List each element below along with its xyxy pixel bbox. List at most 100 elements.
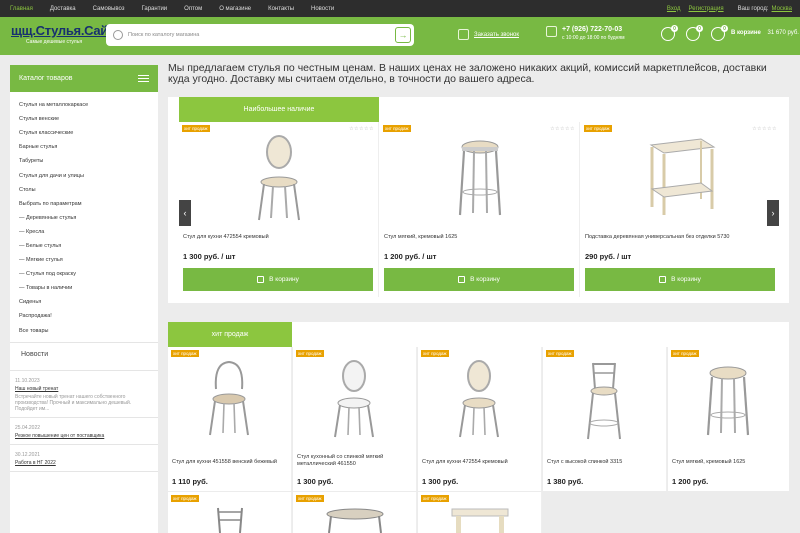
rating-stars[interactable]: ☆☆☆☆☆	[349, 126, 374, 132]
news-date: 11.10.2023	[15, 378, 40, 384]
product-price: 1 300 руб.	[297, 477, 334, 486]
product-name[interactable]: Стул для кухни 472554 кремовый	[183, 234, 373, 241]
category-item[interactable]: Сиденья	[10, 295, 158, 309]
nav-link-contacts[interactable]: Контакты	[268, 6, 294, 12]
category-item[interactable]: Стулья для дачи и улицы	[10, 168, 158, 182]
nav-link-about[interactable]: О магазине	[219, 6, 251, 12]
product-card[interactable]: хит продаж	[168, 492, 292, 533]
product-card[interactable]: хит продаж	[418, 492, 542, 533]
news-date: 30.12.2021	[15, 452, 41, 458]
chair-image[interactable]	[456, 359, 502, 439]
category-item[interactable]: Стулья на металлокаркасе	[10, 98, 158, 112]
category-item[interactable]: Стулья классические	[10, 126, 158, 140]
category-item[interactable]: Распродажа!	[10, 309, 158, 323]
subcategory-item[interactable]: — Товары в наличии	[10, 281, 158, 295]
product-name[interactable]: Стул кухонный со спинкой мягкий металлич…	[297, 454, 415, 468]
search-input[interactable]: Поиск по каталогу магазина	[128, 32, 199, 38]
add-to-cart-label: В корзину	[470, 276, 500, 283]
add-to-cart-label: В корзину	[269, 276, 299, 283]
bar-chair-image[interactable]	[583, 359, 625, 441]
product-name[interactable]: Стул для кухни 451558 венский бежевый	[172, 459, 290, 466]
city-selector[interactable]: Москва	[772, 6, 792, 12]
register-link[interactable]: Регистрация	[689, 6, 724, 12]
news-link[interactable]: Работа в НГ 2022	[15, 460, 153, 466]
product-card[interactable]: хит продаж ☆☆☆☆☆ Стул для кухни 472554 к…	[179, 122, 379, 297]
hit-badge: хит продаж	[171, 350, 199, 357]
phone-icon	[546, 26, 557, 37]
product-price: 1 110 руб.	[172, 477, 208, 486]
product-name[interactable]: Стул для кухни 472554 кремовый	[422, 459, 540, 466]
category-item[interactable]: Стулья венские	[10, 112, 158, 126]
rating-stars[interactable]: ☆☆☆☆☆	[550, 126, 575, 132]
nav-link-home[interactable]: Главная	[10, 6, 33, 12]
search-submit-button[interactable]: →	[395, 27, 411, 43]
cart-summary[interactable]: В корзине 31 670 руб.	[731, 30, 799, 36]
product-name[interactable]: Стул мягкий, кремовый 1625	[672, 459, 787, 466]
nav-link-wholesale[interactable]: Оптом	[184, 6, 202, 12]
product-price: 1 200 руб.	[672, 477, 709, 486]
chair-image[interactable]	[206, 359, 252, 437]
product-price: 1 380 руб.	[547, 477, 584, 486]
top-nav: Главная Доставка Самовывоз Гарантии Опто…	[10, 6, 351, 12]
news-link[interactable]: Наш новый тренат	[15, 386, 153, 392]
add-to-cart-button[interactable]: В корзину	[585, 268, 775, 291]
product-card[interactable]: хит продаж ☆☆☆☆☆ Стул мягкий, кремовый 1…	[380, 122, 580, 297]
menu-icon[interactable]	[138, 75, 149, 82]
news-block: Новости 11.10.2023 Наш новый тренат Встр…	[10, 342, 158, 533]
hit-badge: хит продаж	[182, 125, 210, 132]
add-to-cart-button[interactable]: В корзину	[384, 268, 574, 291]
subcategory-item[interactable]: — Мягкие стулья	[10, 253, 158, 267]
nav-link-pickup[interactable]: Самовывоз	[93, 6, 125, 12]
carousel-next-arrow[interactable]: ›	[767, 200, 779, 226]
product-name[interactable]: Стул с высокой спинкой 3315	[547, 459, 665, 466]
city-label: Ваш город:	[737, 5, 769, 12]
hit-badge: хит продаж	[584, 125, 612, 132]
chair-image[interactable]	[208, 506, 252, 533]
category-item[interactable]: Барные стулья	[10, 140, 158, 154]
product-card[interactable]: хит продаж Стул для кухни 472554 кремовы…	[418, 347, 542, 491]
product-card[interactable]: хит продаж ☆☆☆☆☆ Подставка деревянная ун…	[581, 122, 781, 297]
nav-link-delivery[interactable]: Доставка	[50, 6, 76, 12]
category-item[interactable]: Столы	[10, 183, 158, 197]
catalog-header[interactable]: Каталог товаров	[10, 65, 158, 92]
cart-total: 31 670 руб.	[767, 30, 799, 36]
wooden-stand-image[interactable]	[646, 137, 716, 217]
category-item[interactable]: Выбрать по параметрам	[10, 197, 158, 211]
product-card[interactable]: хит продаж Стул для кухни 451558 венский…	[168, 347, 292, 491]
stool-image[interactable]	[703, 365, 753, 437]
subcategory-item[interactable]: — Кресла	[10, 225, 158, 239]
nav-link-news[interactable]: Новости	[311, 6, 334, 12]
subcategory-item[interactable]: — Белые стулья	[10, 239, 158, 253]
subcategory-item[interactable]: — Стулья под окраску	[10, 267, 158, 281]
nav-link-warranty[interactable]: Гарантии	[141, 6, 167, 12]
search-bar[interactable]: Поиск по каталогу магазина →	[106, 24, 414, 46]
table-image[interactable]	[323, 506, 387, 533]
wooden-stool-image[interactable]	[448, 506, 512, 533]
add-to-cart-button[interactable]: В корзину	[183, 268, 373, 291]
favorites-icon[interactable]: 0	[686, 25, 703, 41]
product-card[interactable]: хит продаж	[293, 492, 417, 533]
product-name[interactable]: Стул мягкий, кремовый 1625	[384, 234, 574, 241]
phone-number[interactable]: +7 (926) 722-70-03	[562, 26, 625, 33]
chair-image[interactable]	[249, 134, 309, 222]
hit-badge: хит продаж	[421, 350, 449, 357]
rating-stars[interactable]: ☆☆☆☆☆	[752, 126, 777, 132]
product-name[interactable]: Подставка деревянная универсальная без о…	[585, 234, 775, 241]
category-item[interactable]: Все товары	[10, 324, 158, 338]
site-logo[interactable]: щщ.Стулья.Сайт	[11, 23, 114, 38]
chair-image[interactable]	[331, 359, 377, 439]
stool-image[interactable]	[455, 137, 505, 217]
tab-most-available[interactable]: Наибольшее наличие	[179, 97, 379, 122]
subcategory-item[interactable]: — Деревянные стулья	[10, 211, 158, 225]
cart-icon[interactable]: 0	[711, 25, 728, 41]
product-card[interactable]: хит продаж Стул мягкий, кремовый 1625 1 …	[668, 347, 789, 491]
product-card[interactable]: хит продаж Стул кухонный со спинкой мягк…	[293, 347, 417, 491]
compare-icon[interactable]: 0	[661, 25, 678, 41]
news-link[interactable]: Резкое повышение цен от поставщика	[15, 433, 153, 439]
product-card[interactable]: хит продаж Стул с высокой спинкой 3315 1…	[543, 347, 667, 491]
login-link[interactable]: Вход	[667, 6, 681, 12]
carousel-prev-arrow[interactable]: ‹	[179, 200, 191, 226]
callback-link[interactable]: Заказать звонок	[458, 29, 519, 40]
category-item[interactable]: Табуреты	[10, 154, 158, 168]
tab-bestsellers[interactable]: хит продаж	[168, 322, 292, 347]
